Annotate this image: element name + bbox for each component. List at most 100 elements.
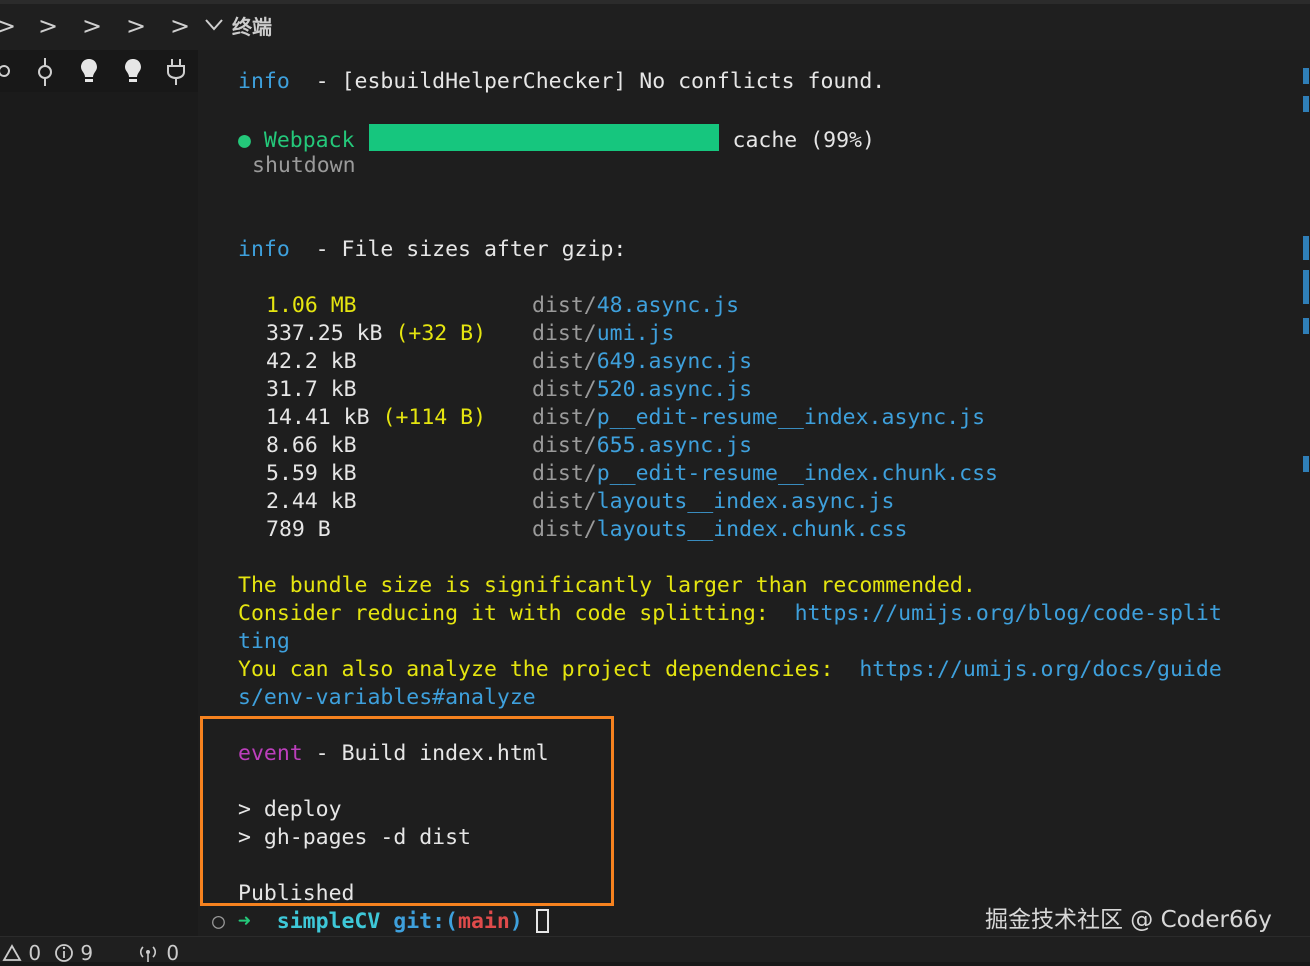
hint-text: You can also analyze the project depende… [238, 657, 860, 682]
side-panel [0, 92, 198, 936]
file-size-delta: (+32 B) [395, 321, 487, 346]
file-path: dist/655.async.js [532, 432, 752, 460]
file-size-value: 337.25 kB [266, 321, 383, 346]
analyze-link-wrap[interactable]: s/env-variables#analyze [238, 684, 536, 712]
file-dir: dist/ [532, 321, 597, 346]
prompt-arrow-icon: ➜ [237, 909, 251, 934]
terminal-cursor [535, 909, 549, 933]
log-text: - [esbuildHelperChecker] No conflicts fo… [289, 69, 886, 94]
ports-status[interactable]: 0 [136, 940, 179, 966]
webpack-progress-line: ● Webpack cache (99%) [238, 124, 875, 155]
code-split-link[interactable]: https://umijs.org/blog/code-split [795, 601, 1222, 626]
chevron-right-icon[interactable]: > [126, 12, 146, 40]
file-dir: dist/ [532, 405, 597, 430]
terminal-section-toggle[interactable]: 终端 [204, 13, 272, 41]
webpack-substatus: shutdown [252, 153, 356, 178]
file-size-delta: (+114 B) [382, 405, 487, 430]
file-path: dist/umi.js [532, 320, 674, 348]
file-size-value: 42.2 kB [266, 349, 357, 374]
toolbar-icons [0, 50, 198, 92]
file-size-value: 14.41 kB [266, 405, 370, 430]
top-divider [0, 0, 1310, 4]
file-size: 14.41 kB (+114 B) [266, 404, 486, 432]
file-size-value: 789 B [266, 517, 331, 542]
scroll-marker [1303, 270, 1309, 304]
scroll-marker [1303, 96, 1309, 112]
file-size-value: 8.66 kB [266, 433, 357, 458]
file-size: 42.2 kB [266, 348, 357, 376]
webpack-status: cache (99%) [732, 128, 875, 153]
file-path: dist/48.async.js [532, 292, 739, 320]
file-dir: dist/ [532, 461, 597, 486]
log-text: - File sizes after gzip: [289, 237, 627, 262]
scroll-marker [1303, 236, 1309, 260]
file-name: p__edit-resume__index.async.js [596, 405, 986, 430]
git-commit-icon[interactable] [34, 56, 56, 88]
file-name: layouts__index.async.js [596, 489, 895, 514]
file-size: 8.66 kB [266, 432, 357, 460]
file-name: p__edit-resume__index.chunk.css [596, 461, 999, 486]
lightbulb-icon[interactable] [78, 56, 100, 86]
chevron-down-icon [205, 19, 223, 31]
status-bar: 0 9 0 [0, 936, 1310, 965]
code-split-link-wrap[interactable]: ting [238, 628, 290, 656]
file-size: 2.44 kB [266, 488, 357, 516]
scrollbar-decorations[interactable] [1302, 50, 1310, 936]
highlight-box [200, 716, 614, 906]
plug-icon[interactable] [165, 56, 187, 88]
file-size: 789 B [266, 516, 331, 544]
file-dir: dist/ [532, 517, 597, 542]
prompt-directory: simpleCV [276, 909, 381, 934]
file-size: 5.59 kB [266, 460, 357, 488]
info-status[interactable]: 9 [54, 940, 93, 966]
chevron-right-icon[interactable]: > [38, 12, 58, 40]
file-path: dist/520.async.js [532, 376, 752, 404]
status-dot-icon: ● [238, 128, 251, 153]
analyze-link[interactable]: https://umijs.org/docs/guide [859, 657, 1221, 682]
info-icon [55, 944, 73, 962]
bundle-warning: The bundle size is significantly larger … [238, 573, 976, 598]
file-size: 31.7 kB [266, 376, 357, 404]
scroll-marker [1303, 318, 1309, 334]
panel-header: > > > > > 终端 [0, 0, 1310, 50]
file-size-value: 5.59 kB [266, 461, 357, 486]
webpack-label: Webpack [263, 128, 355, 153]
terminal-section-title: 终端 [232, 15, 272, 39]
file-name: 520.async.js [596, 377, 753, 402]
chevron-right-icon[interactable]: > [82, 12, 102, 40]
webpack-progress-bar [368, 124, 719, 151]
chevron-right-icon[interactable]: > [170, 12, 190, 40]
file-path: dist/p__edit-resume__index.chunk.css [532, 460, 998, 488]
file-name: 48.async.js [596, 293, 740, 318]
analyze-hint: You can also analyze the project depende… [238, 656, 1222, 684]
file-dir: dist/ [532, 349, 597, 374]
prompt-circle-icon: ○ [212, 909, 225, 934]
file-name: 655.async.js [596, 433, 753, 458]
git-branch-icon[interactable] [0, 56, 14, 86]
shell-prompt[interactable]: ○ ➜ simpleCV git:(main) [212, 908, 549, 936]
prompt-git-close: ) [509, 909, 523, 934]
prompt-branch: main [458, 909, 510, 934]
warning-icon [2, 944, 22, 961]
file-dir: dist/ [532, 377, 597, 402]
file-size: 337.25 kB (+32 B) [266, 320, 486, 348]
file-size-value: 2.44 kB [266, 489, 357, 514]
hint-text: Consider reducing it with code splitting… [238, 601, 795, 626]
log-line-info: info - File sizes after gzip: [238, 236, 626, 264]
ports-count: 0 [166, 941, 180, 965]
chevron-right-icon[interactable]: > [0, 12, 16, 40]
log-line-info: info - [esbuildHelperChecker] No conflic… [238, 68, 885, 96]
file-size-value: 31.7 kB [266, 377, 357, 402]
warnings-status[interactable]: 0 [2, 940, 41, 966]
file-dir: dist/ [532, 293, 597, 318]
watermark: 掘金技术社区 @ Coder66y [985, 907, 1272, 933]
scroll-marker [1303, 68, 1309, 84]
file-size-value: 1.06 MB [266, 293, 357, 318]
file-path: dist/layouts__index.chunk.css [532, 516, 907, 544]
lightbulb-icon[interactable] [122, 56, 144, 86]
file-path: dist/p__edit-resume__index.async.js [532, 404, 985, 432]
file-name: 649.async.js [596, 349, 753, 374]
file-dir: dist/ [532, 489, 597, 514]
file-size: 1.06 MB [266, 292, 357, 320]
log-tag-info: info [238, 237, 290, 262]
